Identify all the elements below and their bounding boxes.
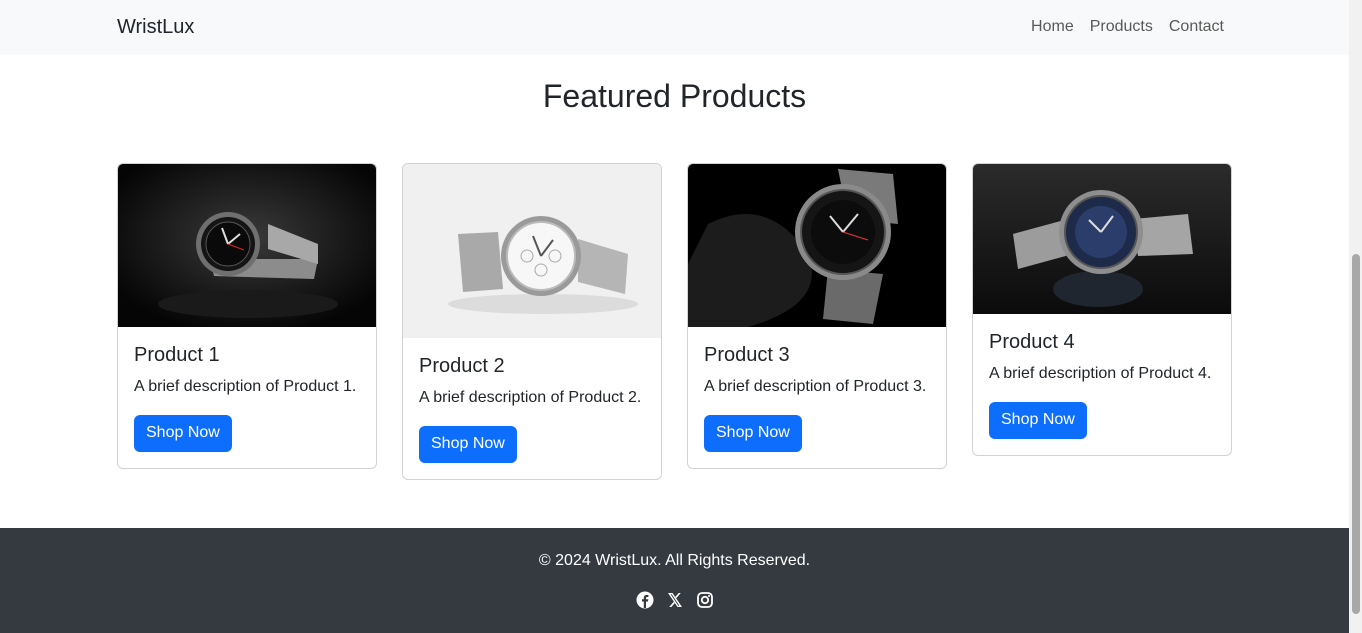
brand-logo[interactable]: WristLux: [117, 16, 194, 39]
page-title: Featured Products: [542, 78, 807, 114]
facebook-icon[interactable]: [636, 591, 654, 609]
product-card: Product 1 A brief description of Product…: [117, 163, 377, 469]
instagram-icon[interactable]: [696, 591, 714, 609]
nav-links: Home Products Contact: [1031, 18, 1224, 36]
product-description: A brief description of Product 4.: [989, 365, 1212, 382]
product-title: Product 3: [704, 344, 790, 366]
watch-image: [403, 164, 661, 338]
product-image: [118, 164, 376, 327]
footer: © 2024 WristLux. All Rights Reserved.: [0, 528, 1349, 633]
nav-link-products[interactable]: Products: [1090, 18, 1153, 36]
shop-now-button[interactable]: Shop Now: [989, 402, 1087, 439]
copyright-text: © 2024 WristLux. All Rights Reserved.: [538, 552, 811, 569]
shop-now-button[interactable]: Shop Now: [704, 415, 802, 452]
watch-image: [973, 164, 1231, 314]
nav-link-home[interactable]: Home: [1031, 18, 1074, 36]
product-image: [688, 164, 946, 327]
product-card: Product 2 A brief description of Product…: [402, 163, 662, 480]
x-icon[interactable]: [666, 591, 684, 609]
social-links: [0, 591, 1349, 609]
product-image: [973, 164, 1231, 314]
shop-now-button[interactable]: Shop Now: [134, 415, 232, 452]
watch-image: [118, 164, 376, 327]
product-card: Product 3 A brief description of Product…: [687, 163, 947, 469]
product-description: A brief description of Product 3.: [704, 378, 927, 395]
product-description: A brief description of Product 2.: [419, 389, 642, 406]
shop-now-button[interactable]: Shop Now: [419, 426, 517, 463]
scrollbar-thumb[interactable]: [1352, 254, 1360, 614]
product-description: A brief description of Product 1.: [134, 378, 357, 395]
product-card: Product 4 A brief description of Product…: [972, 163, 1232, 456]
watch-image: [688, 164, 946, 327]
navbar: WristLux Home Products Contact: [0, 0, 1349, 55]
product-title: Product 2: [419, 355, 505, 377]
product-image: [403, 164, 661, 338]
nav-link-contact[interactable]: Contact: [1169, 18, 1224, 36]
product-title: Product 4: [989, 331, 1075, 353]
product-title: Product 1: [134, 344, 220, 366]
page-scrollbar[interactable]: [1349, 0, 1362, 633]
